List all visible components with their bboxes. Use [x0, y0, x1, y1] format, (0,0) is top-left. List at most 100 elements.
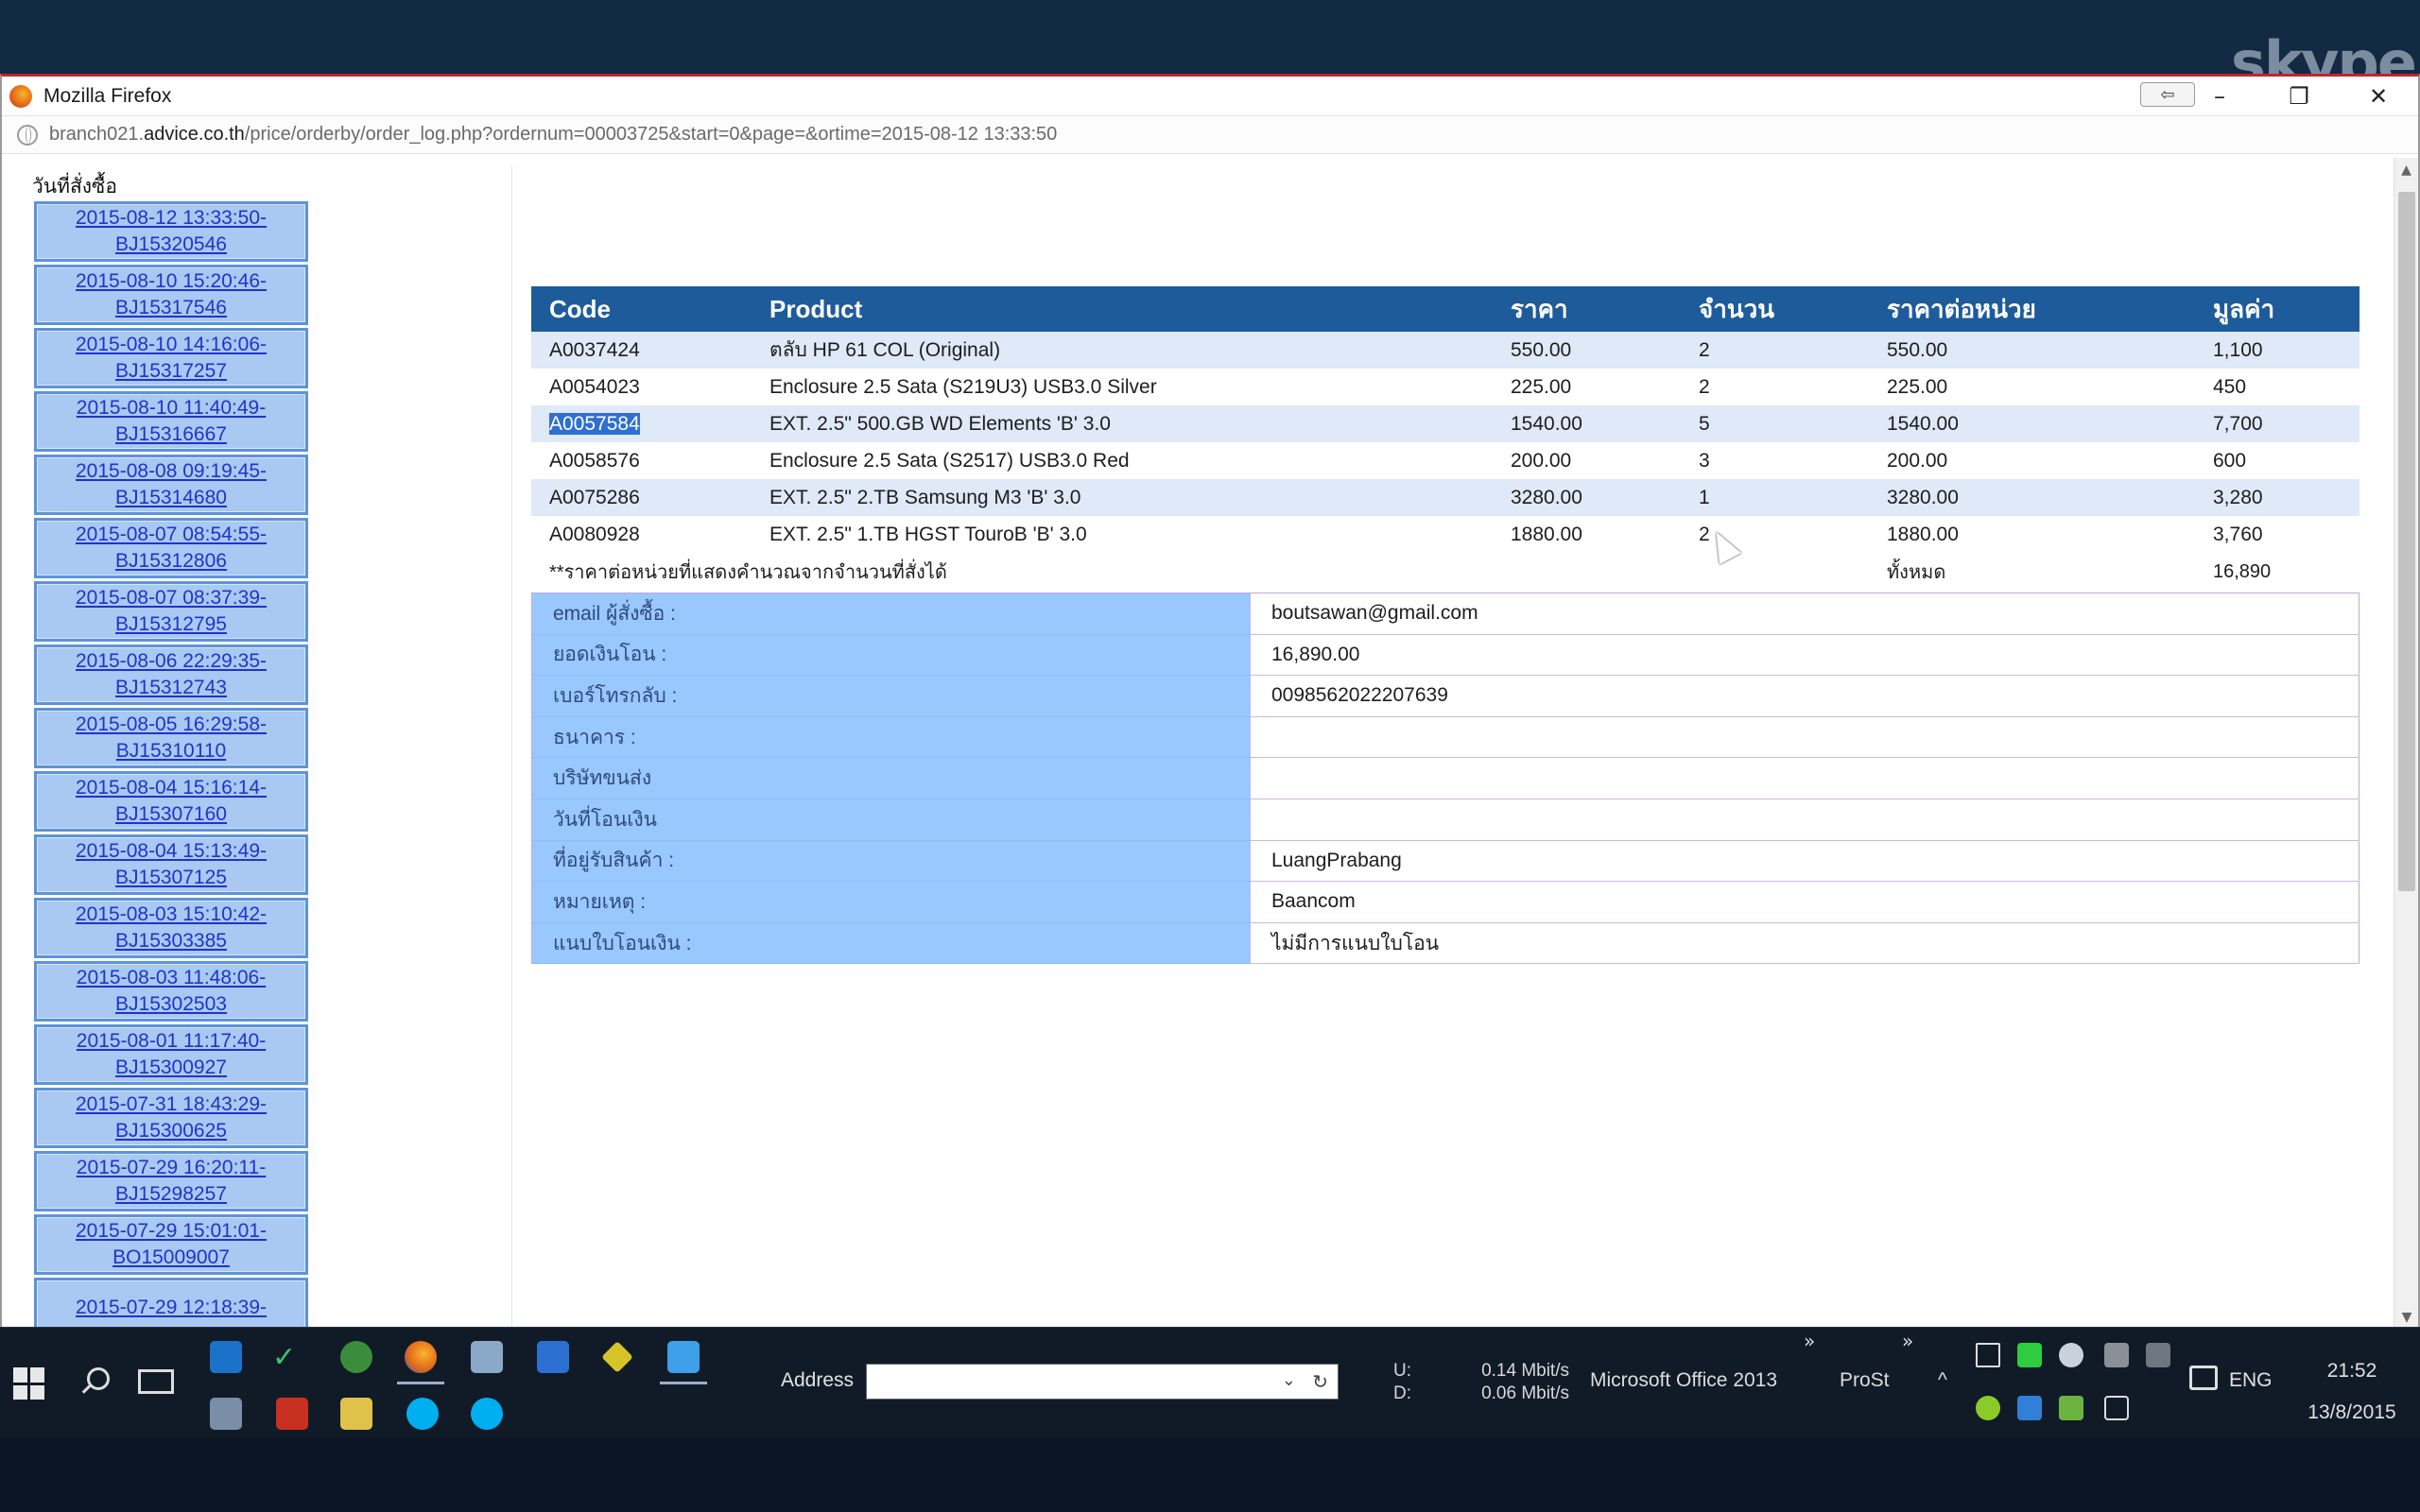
windows-start-icon[interactable]: [13, 1367, 45, 1400]
product-value: 3,760: [2213, 523, 2263, 545]
firefox-window: Mozilla Firefox ⇦ – ❐ ✕ branch021.advice…: [0, 74, 2420, 1330]
product-name: Enclosure 2.5 Sata (S219U3) USB3.0 Silve…: [769, 375, 1157, 398]
order-date-link[interactable]: 2015-07-29 16:20:11-BJ15298257: [34, 1151, 308, 1211]
action-center-icon[interactable]: [2189, 1366, 2218, 1390]
net-labels: U: D:: [1393, 1361, 1411, 1403]
info-label: เบอร์โทรกลับ :: [531, 675, 1251, 717]
check-icon[interactable]: ✓: [272, 1341, 304, 1374]
skype-icon[interactable]: [463, 1398, 510, 1441]
chevron-down-icon[interactable]: ⌄: [1282, 1370, 1296, 1390]
product-name: EXT. 2.5" 500.GB WD Elements 'B' 3.0: [752, 405, 1493, 442]
table-header-row: Code Product ราคา จำนวน ราคาต่อหน่วย มูล…: [531, 286, 2360, 332]
chevron-icon[interactable]: »: [1902, 1330, 1913, 1352]
chevron-icon[interactable]: »: [1804, 1330, 1815, 1352]
tray-app-icon[interactable]: [2059, 1396, 2083, 1420]
computer-icon[interactable]: [210, 1398, 242, 1430]
tray-app-icon[interactable]: [1976, 1396, 2000, 1420]
order-date-link[interactable]: 2015-08-05 16:29:58-BJ15310110: [34, 708, 308, 768]
scroll-up-icon[interactable]: ▲: [2394, 158, 2418, 182]
tray-app-icon[interactable]: [2146, 1343, 2170, 1367]
product-unit-price: 550.00: [1869, 332, 2195, 369]
order-date-link[interactable]: 2015-08-07 08:54:55-BJ15312806: [34, 518, 308, 578]
order-date-link[interactable]: 2015-07-29 15:01:01-BO15009007: [34, 1214, 308, 1275]
line-chat-icon[interactable]: [2017, 1343, 2042, 1367]
tray-app-icon[interactable]: [2104, 1343, 2129, 1367]
color-app-icon[interactable]: [601, 1341, 633, 1373]
info-value: 16,890.00: [1250, 634, 2360, 677]
prost-toolbar-label[interactable]: ProSt: [1840, 1369, 1890, 1392]
product-unit-price: 3280.00: [1869, 479, 2195, 516]
product-value: 600: [2213, 449, 2247, 472]
order-date-link[interactable]: 2015-08-01 11:17:40-BJ15300927: [34, 1024, 308, 1085]
order-date-link[interactable]: 2015-07-31 18:43:29-BJ15300625: [34, 1088, 308, 1148]
url-bar[interactable]: branch021.advice.co.th/price/orderby/ord…: [2, 116, 2418, 154]
product-name: EXT. 2.5" 2.TB Samsung M3 'B' 3.0: [752, 479, 1493, 516]
minimize-button[interactable]: –: [2180, 77, 2259, 116]
tray-expand-icon[interactable]: ^: [1938, 1369, 1947, 1392]
dropbox-icon[interactable]: [2059, 1343, 2083, 1367]
info-value: [1250, 716, 2360, 759]
col-price: ราคา: [1493, 286, 1681, 332]
order-date-link[interactable]: 2015-08-07 08:37:39-BJ15312795: [34, 581, 308, 642]
order-date-link[interactable]: 2015-08-10 11:40:49-BJ15316667: [34, 391, 308, 452]
scrollbar-thumb[interactable]: [2398, 192, 2415, 891]
paint-icon[interactable]: [537, 1341, 569, 1373]
clock[interactable]: 21:52 13/8/2015: [2305, 1350, 2399, 1434]
selected-code-text[interactable]: A0057584: [549, 412, 640, 435]
language-indicator[interactable]: ENG: [2229, 1369, 2273, 1392]
order-date-link[interactable]: 2015-08-10 14:16:06-BJ15317257: [34, 328, 308, 388]
office-icon[interactable]: [276, 1398, 308, 1430]
network-icon[interactable]: [2104, 1396, 2129, 1420]
order-date-link[interactable]: 2015-08-04 15:13:49-BJ15307125: [34, 834, 308, 895]
product-table: Code Product ราคา จำนวน ราคาต่อหน่วย มูล…: [531, 286, 2360, 591]
col-product: Product: [752, 286, 1493, 332]
order-date-link[interactable]: 2015-08-06 22:29:35-BJ15312743: [34, 644, 308, 705]
taskbar: ✓ Address ⌄ ↻ U: D: 0.14 Mbit/s 0.06 Mbit/…: [0, 1327, 2420, 1441]
product-name: ตลับ HP 61 COL (Original): [752, 332, 1493, 369]
product-qty: 2: [1699, 375, 1710, 398]
url-text[interactable]: branch021.advice.co.th/price/orderby/ord…: [49, 124, 1057, 146]
search-icon[interactable]: [78, 1364, 112, 1398]
product-qty: 1: [1681, 479, 1869, 516]
product-code: A0058576: [549, 449, 640, 472]
total-row: **ราคาต่อหน่วยที่แสดงคำนวณจากจำนวนที่สั่…: [531, 553, 2360, 591]
firefox-icon: [9, 84, 32, 108]
product-qty: 5: [1681, 405, 1869, 442]
office-toolbar-label[interactable]: Microsoft Office 2013: [1590, 1369, 1777, 1392]
info-row: บริษัทขนส่ง: [531, 757, 2360, 799]
task-view-icon[interactable]: [138, 1369, 174, 1394]
remote-user-icon[interactable]: [471, 1341, 503, 1373]
network-user-icon[interactable]: [340, 1341, 372, 1373]
address-input[interactable]: ⌄ ↻: [866, 1364, 1339, 1400]
order-date-link[interactable]: 2015-07-29 12:18:39-: [34, 1278, 308, 1330]
vertical-scrollbar[interactable]: ▲ ▼: [2394, 158, 2418, 1330]
info-label: วันที่โอนเงิน: [531, 799, 1251, 841]
order-date-link[interactable]: 2015-08-08 09:19:45-BJ15314680: [34, 455, 308, 515]
order-date-link[interactable]: 2015-08-03 11:48:06-BJ15302503: [34, 961, 308, 1022]
product-price: 200.00: [1511, 449, 1572, 472]
title-bar: Mozilla Firefox ⇦ – ❐ ✕: [2, 77, 2418, 116]
firefox-taskbar-icon[interactable]: [397, 1341, 444, 1384]
globe-icon: [17, 124, 38, 146]
product-unit-price: 1540.00: [1869, 405, 2195, 442]
col-value: มูลค่า: [2195, 286, 2360, 332]
tray-app-icon[interactable]: [2017, 1396, 2042, 1420]
address-label: Address: [781, 1369, 855, 1391]
order-date-link[interactable]: 2015-08-04 15:16:14-BJ15307160: [34, 771, 308, 832]
close-button[interactable]: ✕: [2339, 77, 2418, 116]
info-label: หมายเหตุ :: [531, 881, 1251, 923]
explorer-icon[interactable]: [333, 1398, 380, 1441]
restore-button[interactable]: ❐: [2259, 77, 2339, 116]
outlook-icon[interactable]: [210, 1341, 242, 1373]
order-date-link[interactable]: 2015-08-10 15:20:46-BJ15317546: [34, 265, 308, 325]
total-value: 16,890: [2213, 560, 2272, 582]
skype-icon[interactable]: [406, 1398, 439, 1430]
order-date-link[interactable]: 2015-08-03 15:10:42-BJ15303385: [34, 898, 308, 958]
product-qty: 2: [1681, 332, 1869, 369]
refresh-icon[interactable]: ↻: [1312, 1370, 1328, 1393]
teamviewer-icon[interactable]: [660, 1341, 707, 1384]
order-date-sidebar: วันที่สั่งซื้อ 2015-08-12 13:33:50-BJ153…: [15, 165, 512, 1330]
order-date-link[interactable]: 2015-08-12 13:33:50-BJ15320546: [34, 201, 308, 262]
info-label: ที่อยู่รับสินค้า :: [531, 840, 1251, 883]
volume-icon[interactable]: [1976, 1343, 2000, 1367]
